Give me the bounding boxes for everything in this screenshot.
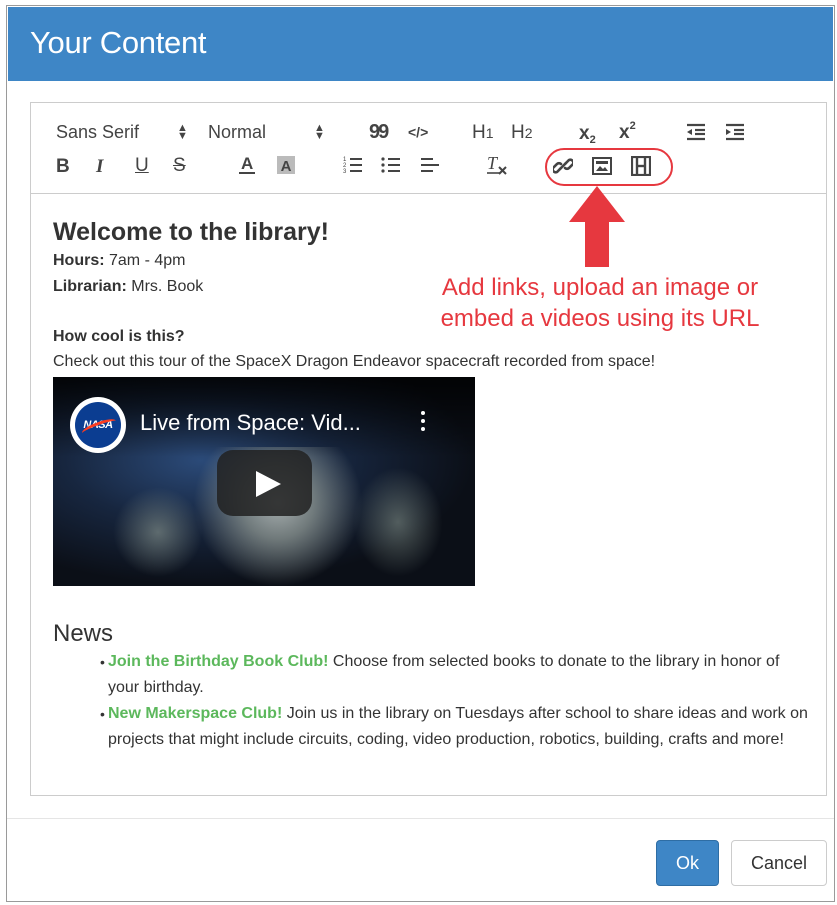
align-icon[interactable]: [420, 156, 440, 178]
annotation-text: Add links, upload an image or embed a vi…: [416, 272, 784, 334]
content-heading: Welcome to the library!: [53, 218, 329, 246]
modal-header: Your Content: [8, 7, 833, 81]
heading2-icon[interactable]: H2: [511, 123, 533, 142]
video-more-icon[interactable]: [419, 411, 427, 435]
news-heading: News: [53, 620, 114, 647]
list-item: • New Makerspace Club! Join us in the li…: [100, 701, 808, 753]
font-size-chevron-icon[interactable]: ▲ ▼: [314, 123, 325, 142]
hours-line: Hours: 7am - 4pm: [53, 252, 185, 270]
italic-icon[interactable]: I: [96, 157, 103, 176]
underline-icon[interactable]: U: [135, 156, 149, 175]
cool-heading: How cool is this?: [53, 328, 185, 345]
subscript-icon[interactable]: x2: [579, 124, 596, 146]
channel-avatar[interactable]: NASA: [70, 397, 126, 453]
hours-label: Hours:: [53, 252, 105, 269]
svg-text:A: A: [281, 158, 292, 175]
code-icon[interactable]: </>: [408, 125, 428, 139]
font-family-chevron-icon[interactable]: ▲ ▼: [177, 123, 188, 142]
media-tools-highlight: [545, 148, 673, 186]
svg-text:T: T: [487, 154, 499, 173]
font-color-icon[interactable]: A: [239, 155, 256, 174]
background-color-icon[interactable]: A: [276, 155, 296, 179]
nasa-logo-icon: NASA: [75, 402, 121, 448]
superscript-icon[interactable]: x2: [619, 121, 636, 143]
ok-button[interactable]: Ok: [656, 840, 719, 886]
heading1-icon[interactable]: H1: [472, 123, 494, 142]
font-family-select[interactable]: Sans Serif: [56, 123, 139, 141]
bullet-list-icon[interactable]: [381, 156, 401, 178]
footer-divider: [7, 818, 834, 819]
bold-icon[interactable]: B: [56, 157, 70, 176]
bullet-icon: •: [100, 706, 105, 722]
librarian-line: Librarian: Mrs. Book: [53, 278, 203, 296]
news-link[interactable]: Join the Birthday Book Club!: [108, 653, 328, 670]
list-item: • Join the Birthday Book Club! Choose fr…: [100, 649, 808, 701]
indent-icon[interactable]: [725, 123, 745, 145]
blockquote-icon[interactable]: 99: [369, 122, 389, 142]
play-button[interactable]: [217, 450, 312, 516]
modal-title: Your Content: [30, 25, 207, 60]
annotation-arrow-icon: [568, 186, 626, 273]
annotation-line-2: embed a videos using its URL: [440, 305, 760, 332]
svg-text:3: 3: [343, 169, 347, 174]
news-link[interactable]: New Makerspace Club!: [108, 705, 282, 722]
librarian-label: Librarian:: [53, 278, 127, 295]
ordered-list-icon[interactable]: 123: [343, 156, 363, 178]
strike-icon[interactable]: S: [173, 156, 186, 175]
librarian-value: Mrs. Book: [126, 278, 204, 295]
video-title[interactable]: Live from Space: Vid...: [140, 410, 361, 436]
hours-value: 7am - 4pm: [104, 252, 186, 269]
embedded-video[interactable]: NASA Live from Space: Vid...: [53, 377, 475, 586]
clear-format-icon[interactable]: T: [486, 153, 508, 180]
annotation-line-1: Add links, upload an image or: [441, 274, 759, 301]
font-size-select[interactable]: Normal: [208, 123, 266, 141]
outdent-icon[interactable]: [686, 123, 706, 145]
tour-text: Check out this tour of the SpaceX Dragon…: [53, 353, 656, 370]
editor-toolbar: Sans Serif ▲ ▼ Normal ▲ ▼ 99 </> H1 H2 x2 …: [31, 103, 826, 194]
cancel-button[interactable]: Cancel: [731, 840, 827, 886]
bullet-icon: •: [100, 654, 105, 670]
